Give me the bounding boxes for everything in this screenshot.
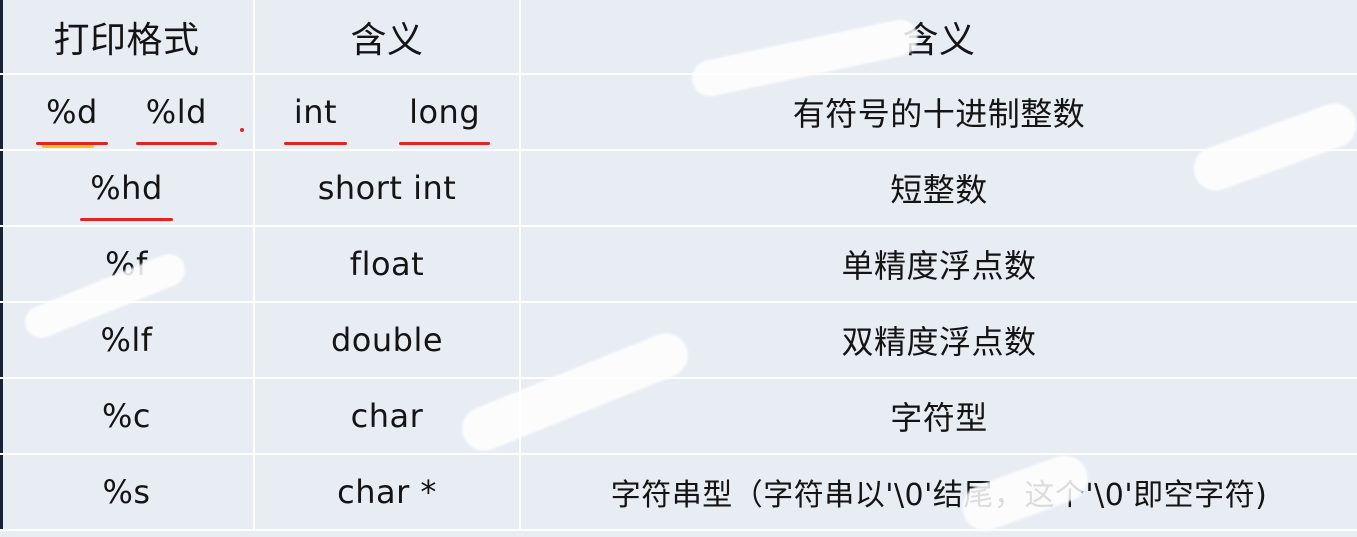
meaning-cell-double: 双精度浮点数	[521, 303, 1357, 379]
type-pair: int long	[283, 93, 491, 145]
meaning-cell-short: 短整数	[521, 151, 1357, 227]
meaning-cell-float: 单精度浮点数	[521, 227, 1357, 303]
format-cell-c: %c	[0, 379, 255, 455]
format-table: 打印格式 含义 含义 %d %ld int long 有符号的十进制整数 %hd…	[0, 0, 1357, 531]
header-meaning: 含义	[521, 0, 1357, 75]
format-cell-s: %s	[0, 455, 255, 531]
format-cell-hd: %hd	[0, 151, 255, 227]
format-cell-d-ld: %d %ld	[0, 75, 255, 151]
format-ld: %ld	[135, 93, 218, 145]
type-cell-int-long: int long	[255, 75, 521, 151]
type-int: int	[283, 93, 348, 145]
format-hd: %hd	[80, 169, 173, 221]
format-pair: %d %ld	[36, 93, 218, 148]
header-type: 含义	[255, 0, 521, 75]
header-format: 打印格式	[0, 0, 255, 75]
annotation-dot	[240, 128, 244, 132]
format-cell-f: %f	[0, 227, 255, 303]
format-d: %d	[36, 93, 108, 148]
format-cell-lf: %lf	[0, 303, 255, 379]
meaning-cell-char: 字符型	[521, 379, 1357, 455]
type-cell-float: float	[255, 227, 521, 303]
type-cell-short-int: short int	[255, 151, 521, 227]
type-cell-char-pointer: char *	[255, 455, 521, 531]
type-long: long	[399, 93, 491, 145]
meaning-cell-signed-int: 有符号的十进制整数	[521, 75, 1357, 151]
type-cell-char: char	[255, 379, 521, 455]
meaning-cell-string: 字符串型（字符串以'\0'结尾，这个'\0'即空字符)	[521, 455, 1357, 531]
type-cell-double: double	[255, 303, 521, 379]
